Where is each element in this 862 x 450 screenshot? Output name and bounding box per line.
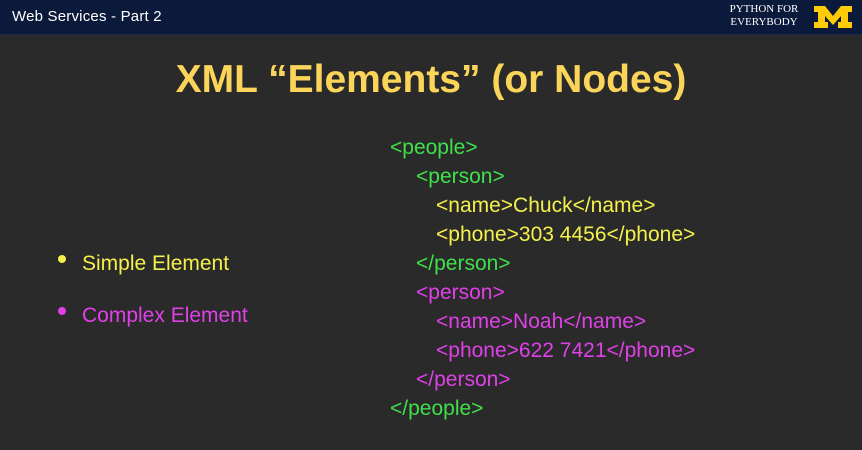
code-line-person-close: </person> <box>416 368 511 391</box>
slide: Web Services - Part 2 PYTHON FOR EVERYBO… <box>0 0 862 450</box>
bullet-simple-element: Simple Element <box>58 252 229 276</box>
code-line-phone: <phone>303 4456</phone> <box>436 223 696 246</box>
code-line-person-open: <person> <box>416 281 505 304</box>
code-line-phone: <phone>622 7421</phone> <box>436 339 696 362</box>
bullet-label: Complex Element <box>82 304 248 327</box>
code-line-person-close: </person> <box>416 252 511 275</box>
code-line-person-open: <person> <box>416 165 505 188</box>
course-title: Web Services - Part 2 <box>12 8 162 25</box>
bullet-dot-icon <box>58 255 66 264</box>
brand-line-1: PYTHON FOR <box>729 3 799 15</box>
bullet-label: Simple Element <box>82 252 230 275</box>
bullet-dot-icon <box>58 307 66 316</box>
code-line-people-open: <people> <box>390 136 478 159</box>
brand-text: PYTHON FOR EVERYBODY <box>718 3 810 29</box>
block-m-icon <box>814 6 852 28</box>
bullet-complex-element: Complex Element <box>58 304 248 328</box>
brand-line-2: EVERYBODY <box>730 16 798 28</box>
code-line-people-close: </people> <box>390 397 484 420</box>
code-line-name: <name>Noah</name> <box>436 310 647 333</box>
header-bar: Web Services - Part 2 PYTHON FOR EVERYBO… <box>0 0 862 35</box>
university-logo-icon <box>814 6 852 28</box>
slide-title: XML “Elements” (or Nodes) <box>175 58 687 101</box>
code-line-name: <name>Chuck</name> <box>436 194 656 217</box>
